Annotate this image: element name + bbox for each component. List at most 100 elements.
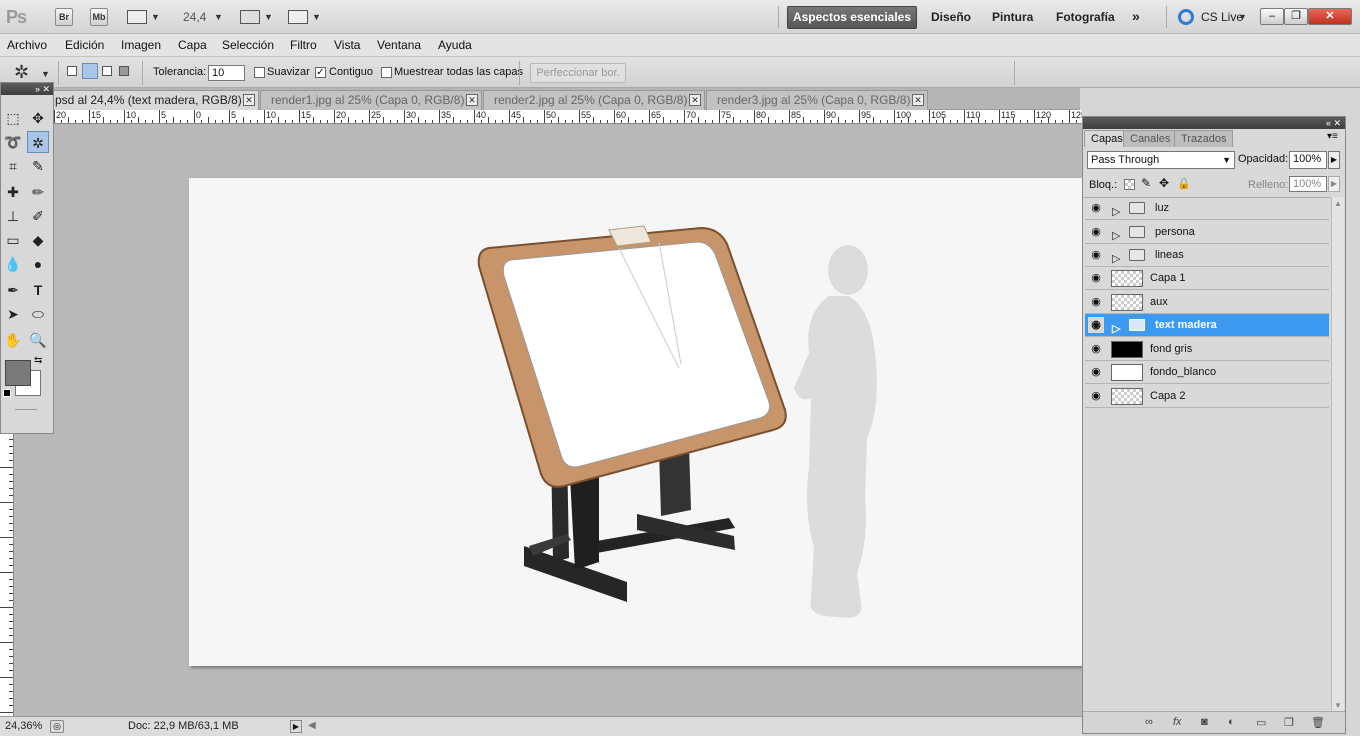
tab-trazados[interactable]: Trazados (1174, 130, 1234, 147)
scroll-up-icon[interactable]: ▲ (1334, 199, 1342, 208)
pen-tool-icon[interactable]: ✒ (2, 279, 24, 301)
smooth-checkbox[interactable] (254, 67, 265, 78)
magic-wand-tool-icon[interactable]: ✲ (27, 131, 49, 153)
menu-vista[interactable]: Vista (334, 38, 360, 52)
more-workspaces-icon[interactable]: » (1132, 8, 1140, 24)
delete-layer-icon[interactable]: 🗑 (1311, 716, 1325, 729)
menu-seleccion[interactable]: Selección (222, 38, 274, 52)
layer-row-fondo-blanco[interactable]: ◉ fondo_blanco (1085, 361, 1329, 384)
close-icon[interactable]: ✕ (243, 94, 255, 106)
sample-all-layers-checkbox[interactable] (381, 67, 392, 78)
tab-document-render1[interactable]: render1.jpg al 25% (Capa 0, RGB/8) * ✕ (260, 90, 482, 110)
layer-row-aux[interactable]: ◉ aux (1085, 291, 1329, 314)
link-layers-icon[interactable]: ∞ (1145, 716, 1153, 728)
tab-document-psd[interactable]: psd al 24,4% (text madera, RGB/8) * ✕ (44, 90, 259, 110)
foreground-color-swatch[interactable] (5, 360, 31, 386)
default-colors-icon[interactable] (3, 389, 11, 397)
eye-icon[interactable]: ◉ (1088, 294, 1104, 310)
hand-tool-icon[interactable]: ✋ (2, 329, 24, 351)
menu-capa[interactable]: Capa (178, 38, 207, 52)
layers-scrollbar[interactable]: ▲ ▼ (1331, 197, 1344, 712)
workspace-essentials-button[interactable]: Aspectos esenciales (787, 6, 917, 29)
horizontal-ruler[interactable]: 20 15 10 5 0 5 10 15 20 25 30 35 40 45 50 55 60 65 70 75 80 8… (52, 110, 1082, 124)
panel-menu-icon[interactable]: ▾≡ (1327, 131, 1338, 142)
fill-slider-icon[interactable]: ▶ (1328, 176, 1340, 192)
zoom-tool-icon[interactable]: 🔍 (27, 329, 49, 351)
chevron-down-icon[interactable]: ▼ (214, 12, 223, 22)
tolerance-input[interactable]: 10 (208, 65, 245, 81)
layers-panel-header[interactable]: « ✕ (1083, 117, 1345, 129)
add-to-selection-icon[interactable] (82, 63, 98, 79)
eye-icon[interactable]: ◉ (1088, 317, 1104, 333)
eye-icon[interactable]: ◉ (1088, 224, 1104, 240)
blur-tool-icon[interactable]: 💧 (2, 253, 24, 275)
workspace-design-button[interactable]: Diseño (931, 10, 971, 24)
menu-filtro[interactable]: Filtro (290, 38, 317, 52)
cs-live-icon[interactable] (1178, 9, 1194, 25)
subtract-from-selection-icon[interactable] (102, 66, 112, 76)
fill-input[interactable]: 100% (1289, 176, 1327, 192)
menu-ventana[interactable]: Ventana (377, 38, 421, 52)
layer-row-lineas[interactable]: ◉ ▷ lineas (1085, 244, 1329, 267)
mini-bridge-button[interactable]: Mb (90, 8, 108, 26)
eye-icon[interactable]: ◉ (1088, 247, 1104, 263)
arrange-documents-icon[interactable] (240, 10, 260, 24)
layer-row-fond-gris[interactable]: ◉ fond gris (1085, 338, 1329, 361)
contiguous-checkbox[interactable]: ✓ (315, 67, 326, 78)
close-icon[interactable]: ✕ (466, 94, 478, 106)
status-zoom[interactable]: 24,36% (5, 720, 42, 732)
eye-icon[interactable]: ◉ (1088, 270, 1104, 286)
close-icon[interactable]: ✕ (689, 94, 701, 106)
type-tool-icon[interactable]: T (27, 279, 49, 301)
close-icon[interactable]: ✕ (912, 94, 924, 106)
expand-triangle-icon[interactable]: ▷ (1112, 201, 1120, 223)
layer-row-persona[interactable]: ◉ ▷ persona (1085, 221, 1329, 244)
workspace-photography-button[interactable]: Fotografía (1056, 10, 1115, 24)
menu-ayuda[interactable]: Ayuda (438, 38, 472, 52)
opacity-input[interactable]: 100% (1289, 151, 1327, 169)
eye-icon[interactable]: ◉ (1088, 388, 1104, 404)
screen-mode-icon[interactable] (288, 10, 308, 24)
tab-canales[interactable]: Canales (1123, 130, 1178, 147)
restore-button[interactable]: ❐ (1284, 8, 1308, 25)
chevron-down-icon[interactable]: ▼ (312, 12, 321, 22)
new-selection-icon[interactable] (67, 66, 77, 76)
chevron-down-icon[interactable]: ▼ (151, 12, 160, 22)
magic-wand-tool-preset-icon[interactable]: ✲ (14, 62, 29, 83)
healing-brush-tool-icon[interactable]: ✚ (2, 181, 24, 203)
lock-position-icon[interactable]: ✥ (1159, 176, 1169, 190)
opacity-slider-icon[interactable]: ▶ (1328, 151, 1340, 169)
workspace-painting-button[interactable]: Pintura (992, 10, 1033, 24)
cs-live-menu[interactable]: CS Live (1201, 10, 1243, 24)
clone-stamp-tool-icon[interactable]: ⊥ (2, 205, 24, 227)
paint-bucket-tool-icon[interactable]: ◆ (27, 229, 49, 251)
intersect-selection-icon[interactable] (119, 66, 129, 76)
brush-tool-icon[interactable]: ✏ (27, 181, 49, 203)
chevron-down-icon[interactable]: ▼ (264, 12, 273, 22)
eye-icon[interactable]: ◉ (1088, 341, 1104, 357)
vertical-ruler[interactable] (0, 432, 14, 716)
minimize-button[interactable]: – (1260, 8, 1284, 25)
add-mask-icon[interactable]: ◙ (1201, 716, 1208, 728)
view-extras-icon[interactable] (127, 10, 147, 24)
blend-mode-select[interactable]: Pass Through ▼ (1087, 151, 1235, 169)
menu-imagen[interactable]: Imagen (121, 38, 161, 52)
scroll-left-icon[interactable]: ◀ (308, 720, 316, 731)
layer-row-capa-1[interactable]: ◉ Capa 1 (1085, 267, 1329, 290)
zoom-level[interactable]: 24,4 (183, 10, 206, 24)
layer-row-text-madera[interactable]: ◉ ▷ text madera (1085, 314, 1329, 337)
layer-row-capa-2[interactable]: ◉ Capa 2 (1085, 385, 1329, 408)
crop-tool-icon[interactable]: ⌗ (2, 155, 24, 177)
menu-archivo[interactable]: Archivo (7, 38, 47, 52)
new-layer-icon[interactable]: ❐ (1284, 716, 1294, 729)
swap-colors-icon[interactable]: ⇆ (34, 355, 42, 366)
status-info-icon[interactable]: ◎ (50, 720, 64, 733)
eyedropper-tool-icon[interactable]: ✎ (27, 155, 49, 177)
marquee-tool-icon[interactable]: ⬚ (2, 107, 24, 129)
close-button[interactable]: ✕ (1308, 8, 1352, 25)
eye-icon[interactable]: ◉ (1088, 364, 1104, 380)
layer-row-luz[interactable]: ◉ ▷ luz (1085, 197, 1329, 220)
quick-mask-icon[interactable] (15, 409, 37, 410)
expand-triangle-icon[interactable]: ▷ (1112, 318, 1120, 340)
status-menu-arrow-icon[interactable]: ▶ (290, 720, 302, 733)
